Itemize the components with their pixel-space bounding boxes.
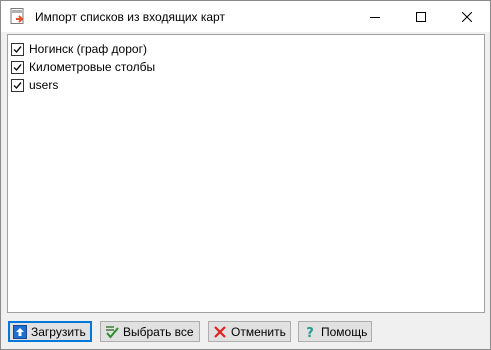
window-title: Импорт списков из входящих карт bbox=[35, 10, 225, 24]
maximize-icon bbox=[416, 11, 426, 22]
help-button[interactable]: ? Помощь bbox=[298, 321, 372, 342]
question-icon: ? bbox=[303, 325, 317, 339]
checkmark-icon bbox=[13, 63, 22, 71]
help-button-label: Помощь bbox=[321, 324, 368, 339]
checkbox[interactable] bbox=[11, 78, 24, 92]
cancel-button-label: Отменить bbox=[231, 324, 286, 339]
list-item[interactable]: Ногинск (граф дорог) bbox=[11, 40, 147, 58]
list-item-label: Километровые столбы bbox=[29, 60, 156, 74]
minimize-button[interactable] bbox=[352, 1, 398, 32]
list-item-label: users bbox=[29, 78, 59, 92]
close-icon bbox=[462, 11, 472, 22]
select-all-button-label: Выбрать все bbox=[123, 324, 194, 339]
list-item[interactable]: Километровые столбы bbox=[11, 58, 155, 76]
red-x-icon bbox=[213, 325, 227, 339]
checkmark-icon bbox=[13, 45, 22, 53]
checkbox[interactable] bbox=[11, 60, 24, 74]
select-all-button[interactable]: Выбрать все bbox=[100, 321, 200, 342]
document-import-icon bbox=[10, 8, 26, 25]
lists-checklist[interactable]: Ногинск (граф дорог) Километровые столбы… bbox=[7, 34, 485, 313]
maximize-button[interactable] bbox=[398, 1, 444, 32]
import-lists-window: Импорт списков из входящих карт Ногинск bbox=[0, 0, 491, 350]
close-button[interactable] bbox=[444, 1, 490, 32]
title-bar[interactable]: Импорт списков из входящих карт bbox=[1, 1, 490, 32]
minimize-icon bbox=[370, 16, 380, 18]
checkbox[interactable] bbox=[11, 42, 24, 56]
list-item-label: Ногинск (граф дорог) bbox=[29, 42, 147, 56]
check-all-icon bbox=[105, 325, 119, 339]
checkmark-icon bbox=[13, 81, 22, 89]
load-button[interactable]: Загрузить bbox=[8, 321, 92, 342]
list-item[interactable]: users bbox=[11, 76, 58, 94]
upload-icon bbox=[13, 324, 27, 339]
load-button-label: Загрузить bbox=[31, 324, 86, 339]
cancel-button[interactable]: Отменить bbox=[208, 321, 291, 342]
svg-text:?: ? bbox=[306, 326, 314, 339]
